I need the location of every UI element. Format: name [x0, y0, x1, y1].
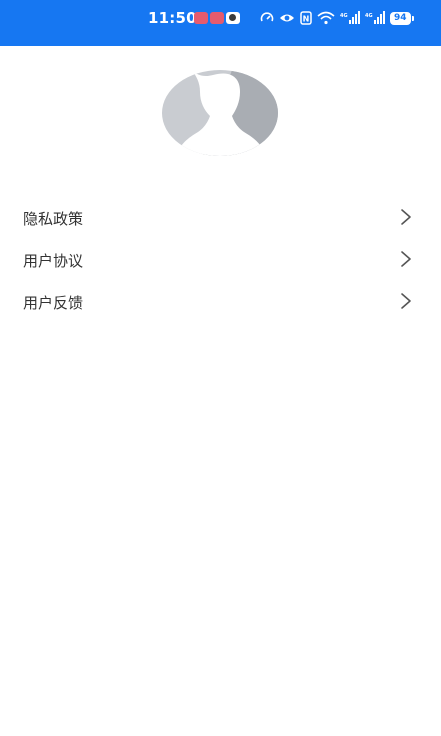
menu-item-label: 用户反馈 [23, 294, 84, 312]
svg-text:4G: 4G [365, 13, 373, 19]
menu-item-label: 隐私政策 [23, 210, 84, 228]
chevron-right-icon [401, 209, 411, 225]
chevron-right-icon [401, 251, 411, 267]
notification-app-icon [226, 12, 240, 24]
wifi-icon [317, 11, 335, 25]
notification-app-icon [194, 12, 208, 24]
menu-item-label: 用户协议 [23, 252, 84, 270]
battery-level: 94 [390, 11, 411, 25]
signal-icon: 4G [340, 11, 360, 25]
chevron-right-icon [401, 293, 411, 309]
speed-gauge-icon [260, 11, 274, 25]
eye-icon [279, 11, 295, 25]
status-time: 11:50 [148, 9, 197, 27]
default-avatar-silhouette-icon [162, 70, 278, 156]
signal-icon: 4G [365, 11, 385, 25]
settings-menu: 隐私政策 用户协议 用户反馈 [0, 196, 441, 322]
nfc-icon: N [300, 11, 312, 25]
status-bar: 11:50 N 4G 4G 94 [0, 0, 441, 46]
menu-item-privacy-policy[interactable]: 隐私政策 [0, 196, 441, 238]
svg-text:4G: 4G [340, 13, 348, 19]
avatar[interactable] [162, 70, 278, 156]
system-icons: N 4G 4G 94 [260, 11, 414, 25]
battery-icon: 94 [390, 11, 414, 25]
svg-text:N: N [303, 15, 310, 24]
menu-item-user-agreement[interactable]: 用户协议 [0, 238, 441, 280]
notification-app-icon [210, 12, 224, 24]
menu-item-user-feedback[interactable]: 用户反馈 [0, 280, 441, 322]
notification-icons [194, 12, 240, 24]
